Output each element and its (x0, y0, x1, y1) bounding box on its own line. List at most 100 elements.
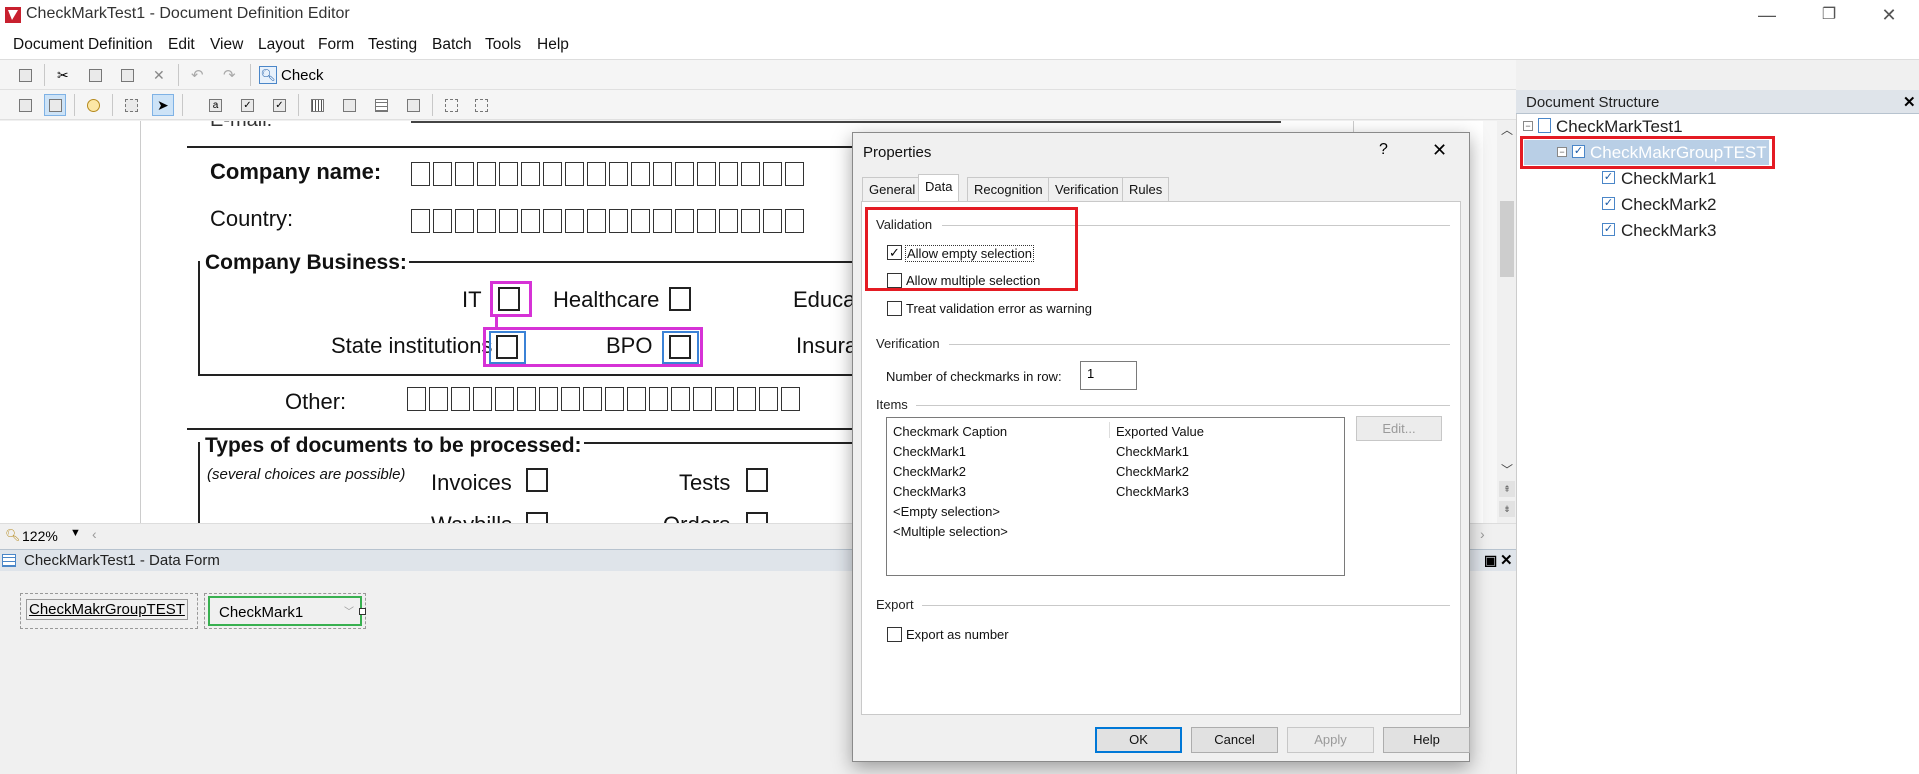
ok-button[interactable]: OK (1095, 727, 1182, 753)
export-as-number-label[interactable]: Export as number (906, 627, 1009, 642)
select-region-icon[interactable] (120, 94, 142, 116)
allow-multiple-checkbox[interactable] (887, 273, 902, 288)
menu-help[interactable]: Help (537, 36, 569, 54)
region-icon[interactable] (440, 94, 462, 116)
checkmark-field-icon[interactable]: ✓ (236, 94, 258, 116)
item-caption[interactable]: CheckMark3 (893, 484, 966, 499)
item-caption[interactable]: <Multiple selection> (893, 524, 1008, 539)
undo-icon[interactable]: ↶ (186, 64, 208, 86)
help-button[interactable]: Help (1383, 727, 1470, 753)
zoom-level[interactable]: 122% (22, 528, 58, 544)
tab-rules[interactable]: Rules (1122, 177, 1170, 201)
menu-edit[interactable]: Edit (168, 36, 195, 54)
tab-data[interactable]: Data (918, 174, 960, 202)
pointer-icon[interactable]: ➤ (152, 94, 174, 116)
types-box-edge (198, 442, 200, 523)
checkmark-combo[interactable]: CheckMark1 ﹀ (208, 596, 362, 626)
menu-document-definition[interactable]: Document Definition (13, 36, 153, 54)
page-down-icon[interactable]: ⇟ (1499, 501, 1515, 517)
waybills-checkbox[interactable] (526, 512, 548, 523)
orders-checkbox[interactable] (746, 512, 768, 523)
allow-empty-checkbox[interactable]: ✓ (887, 245, 902, 260)
healthcare-checkbox[interactable] (669, 287, 691, 311)
menu-testing[interactable]: Testing (368, 36, 417, 54)
zoom-icon[interactable] (82, 94, 104, 116)
item-caption[interactable]: <Empty selection> (893, 504, 1000, 519)
form-view-icon[interactable] (44, 94, 66, 116)
picture-icon[interactable] (338, 94, 360, 116)
tab-general[interactable]: General (862, 177, 923, 201)
copy-icon[interactable] (84, 64, 106, 86)
it-checkbox[interactable] (498, 287, 520, 311)
tree-item[interactable]: CheckMark3 (1621, 221, 1716, 241)
company-name-cells[interactable] (411, 162, 804, 186)
tree-group[interactable]: CheckMakrGroupTEST (1590, 143, 1767, 163)
menu-tools[interactable]: Tools (485, 36, 521, 54)
table-icon[interactable] (370, 94, 392, 116)
cut-icon[interactable]: ✂ (52, 64, 74, 86)
delete-icon[interactable]: ✕ (148, 64, 170, 86)
checkmark-group-icon[interactable]: ✓ (268, 94, 290, 116)
check-button[interactable]: 🔍︎ Check (259, 64, 324, 86)
bpo-checkbox[interactable] (669, 335, 691, 359)
invoices-checkbox[interactable] (526, 468, 548, 492)
redo-icon[interactable]: ↷ (218, 64, 240, 86)
menu-layout[interactable]: Layout (258, 36, 305, 54)
vertical-scrollbar[interactable]: ︿ ﹀ ⇞ ⇟ (1497, 121, 1517, 523)
page-up-icon[interactable]: ⇞ (1499, 481, 1515, 497)
apply-button[interactable]: Apply (1287, 727, 1374, 753)
close-window-button[interactable]: ✕ (1859, 0, 1919, 30)
collapse-icon[interactable]: − (1557, 147, 1567, 157)
collapse-icon[interactable]: − (1523, 121, 1533, 131)
tab-recognition[interactable]: Recognition (967, 177, 1050, 201)
tree-root[interactable]: CheckMarkTest1 (1556, 117, 1683, 137)
close-dialog-icon[interactable]: ✕ (1432, 140, 1447, 161)
text-field-icon[interactable]: a (204, 94, 226, 116)
anchor-region-icon[interactable] (470, 94, 492, 116)
checkmark-icon: ✓ (1602, 171, 1615, 184)
menu-batch[interactable]: Batch (432, 36, 472, 54)
save-icon[interactable] (14, 64, 36, 86)
tree-item[interactable]: CheckMark1 (1621, 169, 1716, 189)
item-caption[interactable]: CheckMark2 (893, 464, 966, 479)
minimize-button[interactable]: — (1737, 0, 1797, 30)
scroll-left-icon[interactable]: ‹ (92, 526, 97, 542)
treat-warning-label[interactable]: Treat validation error as warning (906, 301, 1092, 316)
item-caption[interactable]: CheckMark1 (893, 444, 966, 459)
checkmarks-in-row-input[interactable]: 1 (1080, 361, 1137, 390)
column-header-exported[interactable]: Exported Value (1116, 424, 1204, 439)
maximize-pane-icon[interactable]: ▣ (1484, 552, 1497, 569)
scroll-up-icon[interactable]: ︿ (1501, 121, 1513, 138)
separator-field-icon[interactable] (402, 94, 424, 116)
allow-empty-label[interactable]: Allow empty selection (905, 245, 1034, 262)
barcode-icon[interactable] (306, 94, 328, 116)
other-cells[interactable] (407, 387, 800, 411)
scroll-down-icon[interactable]: ﹀ (1501, 461, 1513, 478)
paste-icon[interactable] (116, 64, 138, 86)
menu-view[interactable]: View (210, 36, 243, 54)
tree-item[interactable]: CheckMark2 (1621, 195, 1716, 215)
tab-verification[interactable]: Verification (1048, 177, 1126, 201)
close-pane-icon[interactable]: ✕ (1500, 551, 1513, 569)
state-institutions-checkbox[interactable] (496, 335, 518, 359)
scroll-right-icon[interactable]: › (1480, 526, 1485, 542)
toolbar-separator (112, 94, 113, 116)
edit-button[interactable]: Edit... (1356, 416, 1442, 441)
scroll-thumb[interactable] (1500, 201, 1514, 277)
allow-multiple-label[interactable]: Allow multiple selection (906, 273, 1040, 288)
treat-warning-checkbox[interactable] (887, 301, 902, 316)
zoom-dropdown-icon[interactable]: ▼ (70, 527, 81, 539)
items-list[interactable]: Checkmark Caption Exported Value CheckMa… (886, 417, 1345, 576)
close-panel-icon[interactable]: ✕ (1903, 93, 1916, 111)
export-as-number-checkbox[interactable] (887, 627, 902, 642)
restore-button[interactable]: ❐ (1799, 0, 1859, 30)
column-header-caption[interactable]: Checkmark Caption (893, 424, 1007, 439)
resize-handle[interactable] (359, 608, 366, 615)
country-cells[interactable] (411, 209, 804, 233)
cancel-button[interactable]: Cancel (1191, 727, 1278, 753)
page-icon[interactable] (14, 94, 36, 116)
toolbar-separator (182, 94, 183, 116)
help-icon[interactable]: ? (1379, 141, 1388, 159)
tests-checkbox[interactable] (746, 468, 768, 492)
menu-form[interactable]: Form (318, 36, 354, 54)
